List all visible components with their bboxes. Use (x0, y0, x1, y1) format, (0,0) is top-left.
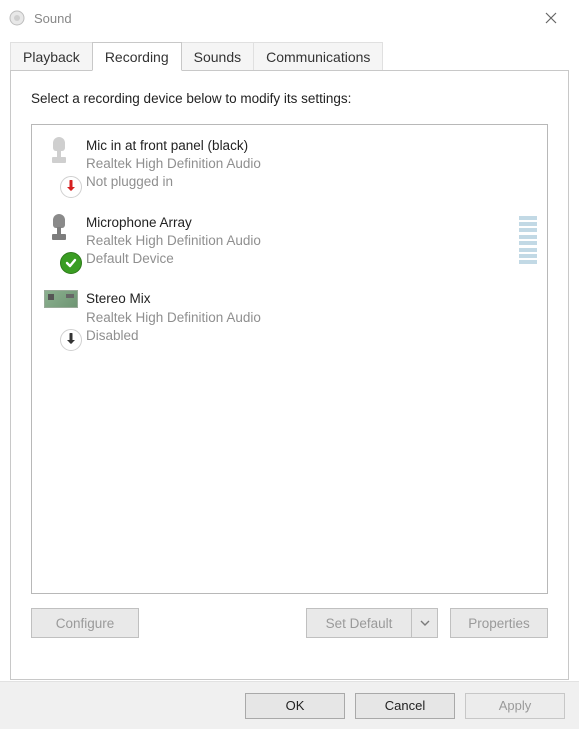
device-name: Mic in at front panel (black) (86, 137, 537, 155)
set-default-button[interactable]: Set Default (306, 608, 411, 638)
device-status: Not plugged in (86, 173, 537, 191)
sound-app-icon (8, 9, 26, 27)
device-text: Stereo Mix Realtek High Definition Audio… (86, 290, 537, 345)
close-button[interactable] (531, 3, 571, 33)
configure-button[interactable]: Configure (31, 608, 139, 638)
device-desc: Realtek High Definition Audio (86, 232, 519, 250)
properties-button[interactable]: Properties (450, 608, 548, 638)
apply-button[interactable]: Apply (465, 693, 565, 719)
disabled-badge-icon (60, 329, 82, 351)
device-status: Default Device (86, 250, 519, 268)
cancel-button[interactable]: Cancel (355, 693, 455, 719)
device-name: Microphone Array (86, 214, 519, 232)
window-title: Sound (34, 11, 531, 26)
device-icon (42, 214, 86, 269)
tab-playback[interactable]: Playback (10, 42, 93, 71)
device-text: Mic in at front panel (black) Realtek Hi… (86, 137, 537, 192)
device-text: Microphone Array Realtek High Definition… (86, 214, 519, 269)
instruction-text: Select a recording device below to modif… (31, 91, 548, 106)
device-desc: Realtek High Definition Audio (86, 155, 537, 173)
chevron-down-icon (420, 620, 430, 626)
default-badge-icon (60, 252, 82, 274)
tab-sounds[interactable]: Sounds (181, 42, 254, 71)
device-status: Disabled (86, 327, 537, 345)
device-list[interactable]: Mic in at front panel (black) Realtek Hi… (31, 124, 548, 594)
device-desc: Realtek High Definition Audio (86, 309, 537, 327)
device-item[interactable]: Microphone Array Realtek High Definition… (32, 202, 547, 279)
set-default-dropdown-button[interactable] (411, 608, 438, 638)
tabstrip: Playback Recording Sounds Communications (0, 36, 579, 71)
device-item[interactable]: Mic in at front panel (black) Realtek Hi… (32, 125, 547, 202)
tab-communications[interactable]: Communications (253, 42, 383, 71)
panel-button-row: Configure Set Default Properties (31, 608, 548, 638)
tab-recording[interactable]: Recording (92, 42, 182, 71)
device-icon (42, 290, 86, 345)
dialog-button-row: OK Cancel Apply (0, 681, 579, 729)
tab-panel: Select a recording device below to modif… (10, 70, 569, 680)
unplugged-badge-icon (60, 176, 82, 198)
device-item[interactable]: Stereo Mix Realtek High Definition Audio… (32, 278, 547, 355)
level-meter (519, 214, 537, 269)
device-name: Stereo Mix (86, 290, 537, 308)
device-icon (42, 137, 86, 192)
ok-button[interactable]: OK (245, 693, 345, 719)
titlebar: Sound (0, 0, 579, 36)
